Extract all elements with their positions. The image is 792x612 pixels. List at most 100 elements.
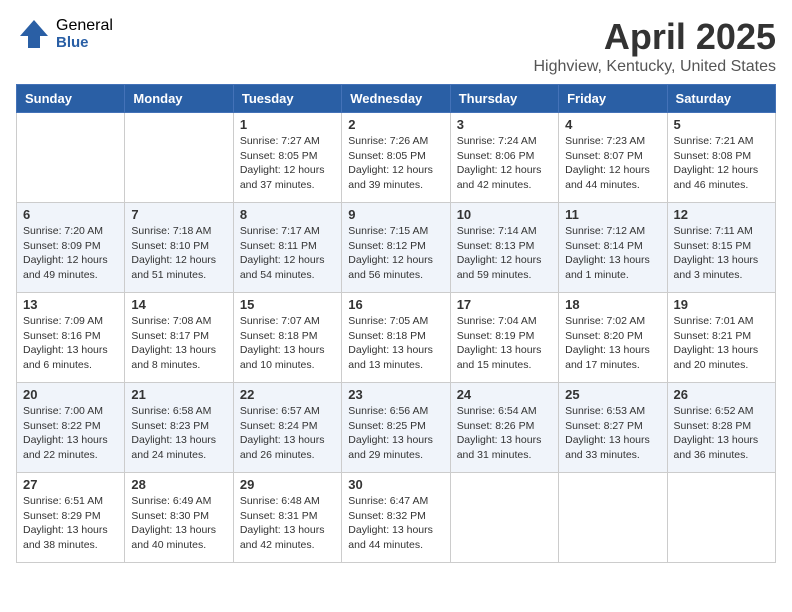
logo-text: General Blue (56, 17, 113, 51)
day-number: 1 (240, 117, 335, 132)
day-number: 3 (457, 117, 552, 132)
title-area: April 2025 Highview, Kentucky, United St… (534, 16, 777, 76)
day-info: Sunrise: 6:48 AM Sunset: 8:31 PM Dayligh… (240, 494, 335, 553)
day-number: 17 (457, 297, 552, 312)
calendar-cell: 26Sunrise: 6:52 AM Sunset: 8:28 PM Dayli… (667, 383, 775, 473)
calendar-week-row: 27 Sunrise: 6:51 AM Sunset: 8:29 PM Dayli… (17, 473, 776, 563)
calendar-cell: 16 Sunrise: 7:05 AM Sunset: 8:18 PM Dayli… (342, 293, 450, 383)
calendar-cell: 10 Sunrise: 7:14 AM Sunset: 8:13 PM Dayli… (450, 203, 558, 293)
day-info: Sunrise: 7:15 AM Sunset: 8:12 PM Dayligh… (348, 224, 443, 283)
day-number: 25 (565, 387, 660, 402)
day-info: Sunrise: 6:56 AM Sunset: 8:25 PM Dayligh… (348, 404, 443, 463)
calendar-cell: 28Sunrise: 6:49 AM Sunset: 8:30 PM Dayli… (125, 473, 233, 563)
calendar-cell (125, 113, 233, 203)
day-info: Sunrise: 7:24 AM Sunset: 8:06 PM Dayligh… (457, 134, 552, 193)
calendar-cell: 8Sunrise: 7:17 AM Sunset: 8:11 PM Daylig… (233, 203, 341, 293)
day-info: Sunrise: 7:20 AM Sunset: 8:09 PM Dayligh… (23, 224, 118, 283)
calendar-cell: 1 Sunrise: 7:27 AM Sunset: 8:05 PM Daylig… (233, 113, 341, 203)
day-number: 7 (131, 207, 226, 222)
weekday-header: Wednesday (342, 85, 450, 113)
calendar-cell: 27 Sunrise: 6:51 AM Sunset: 8:29 PM Dayli… (17, 473, 125, 563)
day-number: 30 (348, 477, 443, 492)
day-info: Sunrise: 7:01 AM Sunset: 8:21 PM Dayligh… (674, 314, 769, 373)
day-number: 9 (348, 207, 443, 222)
calendar-cell: 22 Sunrise: 6:57 AM Sunset: 8:24 PM Dayli… (233, 383, 341, 473)
day-number: 16 (348, 297, 443, 312)
weekday-header: Thursday (450, 85, 558, 113)
weekday-header: Tuesday (233, 85, 341, 113)
calendar-header: SundayMondayTuesdayWednesdayThursdayFrid… (17, 85, 776, 113)
day-info: Sunrise: 7:05 AM Sunset: 8:18 PM Dayligh… (348, 314, 443, 373)
day-number: 14 (131, 297, 226, 312)
day-info: Sunrise: 7:18 AM Sunset: 8:10 PM Dayligh… (131, 224, 226, 283)
day-number: 4 (565, 117, 660, 132)
day-number: 11 (565, 207, 660, 222)
day-info: Sunrise: 7:23 AM Sunset: 8:07 PM Dayligh… (565, 134, 660, 193)
day-number: 23 (348, 387, 443, 402)
day-info: Sunrise: 7:00 AM Sunset: 8:22 PM Dayligh… (23, 404, 118, 463)
weekday-header: Friday (559, 85, 667, 113)
calendar-week-row: 6 Sunrise: 7:20 AM Sunset: 8:09 PM Daylig… (17, 203, 776, 293)
day-info: Sunrise: 7:04 AM Sunset: 8:19 PM Dayligh… (457, 314, 552, 373)
day-info: Sunrise: 6:57 AM Sunset: 8:24 PM Dayligh… (240, 404, 335, 463)
calendar-table: SundayMondayTuesdayWednesdayThursdayFrid… (16, 84, 776, 563)
calendar-cell: 30 Sunrise: 6:47 AM Sunset: 8:32 PM Dayli… (342, 473, 450, 563)
day-number: 18 (565, 297, 660, 312)
calendar-cell: 4 Sunrise: 7:23 AM Sunset: 8:07 PM Daylig… (559, 113, 667, 203)
day-info: Sunrise: 6:58 AM Sunset: 8:23 PM Dayligh… (131, 404, 226, 463)
day-info: Sunrise: 7:07 AM Sunset: 8:18 PM Dayligh… (240, 314, 335, 373)
day-info: Sunrise: 7:02 AM Sunset: 8:20 PM Dayligh… (565, 314, 660, 373)
day-number: 15 (240, 297, 335, 312)
calendar-cell: 20 Sunrise: 7:00 AM Sunset: 8:22 PM Dayli… (17, 383, 125, 473)
calendar-cell: 21 Sunrise: 6:58 AM Sunset: 8:23 PM Dayli… (125, 383, 233, 473)
calendar-cell: 5Sunrise: 7:21 AM Sunset: 8:08 PM Daylig… (667, 113, 775, 203)
day-info: Sunrise: 7:08 AM Sunset: 8:17 PM Dayligh… (131, 314, 226, 373)
calendar-cell: 13 Sunrise: 7:09 AM Sunset: 8:16 PM Dayli… (17, 293, 125, 383)
weekday-header: Sunday (17, 85, 125, 113)
day-info: Sunrise: 7:27 AM Sunset: 8:05 PM Dayligh… (240, 134, 335, 193)
day-number: 29 (240, 477, 335, 492)
day-number: 13 (23, 297, 118, 312)
calendar-cell: 14 Sunrise: 7:08 AM Sunset: 8:17 PM Dayli… (125, 293, 233, 383)
day-number: 20 (23, 387, 118, 402)
day-number: 6 (23, 207, 118, 222)
calendar-cell: 9 Sunrise: 7:15 AM Sunset: 8:12 PM Daylig… (342, 203, 450, 293)
day-info: Sunrise: 6:47 AM Sunset: 8:32 PM Dayligh… (348, 494, 443, 553)
day-number: 8 (240, 207, 335, 222)
calendar-cell: 15 Sunrise: 7:07 AM Sunset: 8:18 PM Dayli… (233, 293, 341, 383)
calendar-cell: 25 Sunrise: 6:53 AM Sunset: 8:27 PM Dayli… (559, 383, 667, 473)
day-number: 22 (240, 387, 335, 402)
day-info: Sunrise: 6:54 AM Sunset: 8:26 PM Dayligh… (457, 404, 552, 463)
calendar-cell: 3 Sunrise: 7:24 AM Sunset: 8:06 PM Daylig… (450, 113, 558, 203)
calendar-cell: 17 Sunrise: 7:04 AM Sunset: 8:19 PM Dayli… (450, 293, 558, 383)
day-info: Sunrise: 6:49 AM Sunset: 8:30 PM Dayligh… (131, 494, 226, 553)
calendar-cell (667, 473, 775, 563)
calendar-cell: 7 Sunrise: 7:18 AM Sunset: 8:10 PM Daylig… (125, 203, 233, 293)
calendar-body: 1 Sunrise: 7:27 AM Sunset: 8:05 PM Daylig… (17, 113, 776, 563)
calendar-week-row: 20 Sunrise: 7:00 AM Sunset: 8:22 PM Dayli… (17, 383, 776, 473)
day-info: Sunrise: 7:14 AM Sunset: 8:13 PM Dayligh… (457, 224, 552, 283)
calendar-cell: 24Sunrise: 6:54 AM Sunset: 8:26 PM Dayli… (450, 383, 558, 473)
calendar-cell: 2Sunrise: 7:26 AM Sunset: 8:05 PM Daylig… (342, 113, 450, 203)
day-info: Sunrise: 6:51 AM Sunset: 8:29 PM Dayligh… (23, 494, 118, 553)
calendar-week-row: 1 Sunrise: 7:27 AM Sunset: 8:05 PM Daylig… (17, 113, 776, 203)
day-number: 21 (131, 387, 226, 402)
calendar-cell: 6 Sunrise: 7:20 AM Sunset: 8:09 PM Daylig… (17, 203, 125, 293)
logo-icon (16, 16, 52, 52)
weekday-header: Saturday (667, 85, 775, 113)
day-info: Sunrise: 6:53 AM Sunset: 8:27 PM Dayligh… (565, 404, 660, 463)
day-number: 19 (674, 297, 769, 312)
day-number: 12 (674, 207, 769, 222)
day-number: 10 (457, 207, 552, 222)
day-number: 2 (348, 117, 443, 132)
page-subtitle: Highview, Kentucky, United States (534, 58, 777, 76)
calendar-week-row: 13 Sunrise: 7:09 AM Sunset: 8:16 PM Dayli… (17, 293, 776, 383)
calendar-cell: 18 Sunrise: 7:02 AM Sunset: 8:20 PM Dayli… (559, 293, 667, 383)
day-number: 26 (674, 387, 769, 402)
calendar-cell: 11Sunrise: 7:12 AM Sunset: 8:14 PM Dayli… (559, 203, 667, 293)
calendar-cell: 12 Sunrise: 7:11 AM Sunset: 8:15 PM Dayli… (667, 203, 775, 293)
day-info: Sunrise: 7:09 AM Sunset: 8:16 PM Dayligh… (23, 314, 118, 373)
day-number: 27 (23, 477, 118, 492)
calendar-cell: 19 Sunrise: 7:01 AM Sunset: 8:21 PM Dayli… (667, 293, 775, 383)
day-info: Sunrise: 7:11 AM Sunset: 8:15 PM Dayligh… (674, 224, 769, 283)
